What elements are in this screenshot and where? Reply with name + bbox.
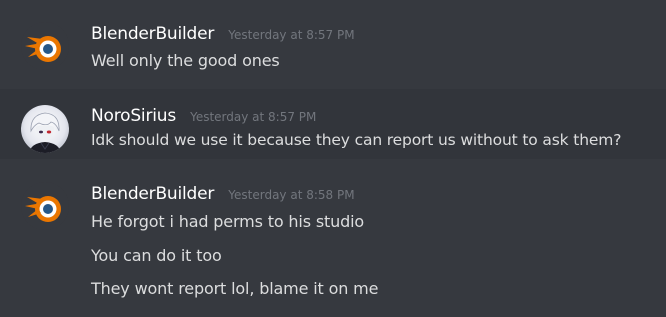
timestamp: Yesterday at 8:57 PM (190, 110, 317, 124)
message-text: Well only the good ones (91, 51, 280, 70)
username[interactable]: BlenderBuilder (91, 184, 214, 204)
message-text: He forgot i had perms to his studio (91, 212, 365, 231)
user-avatar[interactable] (21, 105, 69, 153)
username[interactable]: NoroSirius (91, 106, 176, 126)
blender-logo-icon[interactable] (21, 22, 69, 70)
message-text: You can do it too (91, 246, 222, 265)
message-text: Idk should we use it because they can re… (91, 131, 622, 149)
message-group-3: BlenderBuilder Yesterday at 8:58 PM He f… (0, 159, 666, 317)
message-group-2: NoroSirius Yesterday at 8:57 PM Idk shou… (0, 89, 666, 159)
message-group-1: BlenderBuilder Yesterday at 8:57 PM Well… (0, 0, 666, 86)
timestamp: Yesterday at 8:58 PM (228, 188, 355, 202)
message-text: They wont report lol, blame it on me (91, 279, 379, 298)
username[interactable]: BlenderBuilder (91, 24, 214, 44)
blender-logo-icon[interactable] (21, 182, 69, 230)
timestamp: Yesterday at 8:57 PM (228, 28, 355, 42)
